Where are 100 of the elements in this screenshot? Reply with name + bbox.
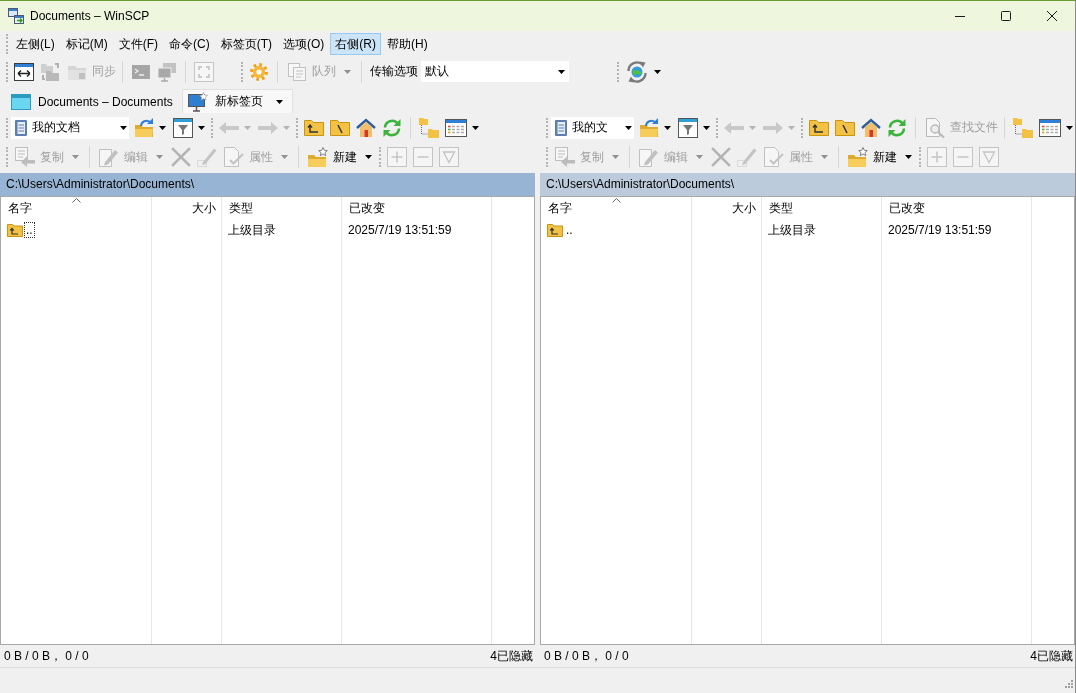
location-dropdown[interactable]: 我的文档: [11, 116, 129, 139]
column-header[interactable]: 大小: [692, 197, 762, 220]
menu-item[interactable]: 标记(M): [60, 33, 113, 55]
caret-icon: [558, 69, 565, 74]
caret-icon[interactable]: [159, 125, 166, 130]
plus-icon[interactable]: [387, 147, 407, 167]
pen-icon[interactable]: [197, 147, 217, 167]
tab[interactable]: 新标签页: [181, 89, 293, 113]
settings-icon[interactable]: [249, 61, 269, 82]
file-type: 上级目录: [222, 220, 342, 240]
refresh-icon[interactable]: [382, 117, 402, 138]
delete-icon[interactable]: [171, 147, 191, 167]
minus-icon[interactable]: [953, 147, 973, 167]
refresh-icon[interactable]: [887, 117, 907, 138]
folder-tree-icon[interactable]: [419, 117, 439, 138]
column-header[interactable]: 名字: [541, 197, 692, 220]
plus-icon[interactable]: [927, 147, 947, 167]
home-icon[interactable]: [356, 117, 376, 138]
resize-grip-icon[interactable]: [1065, 680, 1073, 688]
folder-tree-icon[interactable]: [1013, 117, 1033, 138]
maximize-icon: [1001, 11, 1011, 21]
search-icon: [925, 117, 945, 138]
folder-up-icon: [7, 223, 23, 237]
monitor-star-icon: [187, 91, 208, 112]
new-button[interactable]: 新建: [304, 145, 377, 169]
location-dropdown[interactable]: 我的文: [551, 116, 634, 139]
transfer-settings-dropdown[interactable]: 默认: [421, 61, 569, 82]
hidden-files-count: 4已隐藏: [1030, 647, 1073, 665]
folder-up-icon: [547, 223, 563, 237]
selection-status: 0 B / 0 B， 0 / 0: [4, 647, 89, 665]
list-view-icon[interactable]: [445, 118, 467, 137]
list-view-icon[interactable]: [1039, 118, 1061, 137]
caret-icon[interactable]: [654, 69, 661, 74]
home-icon[interactable]: [861, 117, 881, 138]
app-icon: [8, 8, 24, 24]
column-header[interactable]: 类型: [222, 197, 342, 220]
filter-icon[interactable]: [173, 117, 193, 138]
path-bar: C:\Users\Administrator\Documents\: [0, 173, 535, 196]
menu-item[interactable]: 命令(C): [164, 33, 215, 55]
menu-item[interactable]: 标签页(T): [215, 33, 277, 55]
caret-icon[interactable]: [703, 125, 710, 130]
caret-icon: [821, 155, 828, 159]
folder-slash-icon[interactable]: [330, 117, 350, 138]
caret-icon: [365, 155, 372, 159]
folder-arrow-icon[interactable]: [639, 117, 659, 138]
pen-icon[interactable]: [737, 147, 757, 167]
selection-status: 0 B / 0 B， 0 / 0: [544, 647, 629, 665]
window-arrows-icon[interactable]: [14, 61, 34, 82]
menu-item[interactable]: 右侧(R): [330, 33, 381, 55]
close-icon: [1047, 11, 1057, 21]
caret-icon[interactable]: [275, 99, 283, 104]
page-arrow-icon: [15, 147, 35, 167]
file-name[interactable]: ..: [24, 222, 35, 238]
column-header[interactable]: 已改变: [882, 197, 1032, 220]
caret-icon: [625, 125, 632, 130]
frame-icon[interactable]: [194, 61, 214, 82]
file-name[interactable]: ..: [564, 222, 575, 238]
window-title: Documents – WinSCP: [30, 9, 151, 23]
caret-icon[interactable]: [198, 125, 205, 130]
caret-icon: [120, 125, 127, 130]
folder-up-icon[interactable]: [304, 117, 324, 138]
filter-icon[interactable]: [678, 117, 698, 138]
menu-item[interactable]: 文件(F): [113, 33, 163, 55]
globe-sync-icon[interactable]: [625, 59, 649, 84]
folder-arrow-icon[interactable]: [134, 117, 154, 138]
path-bar: C:\Users\Administrator\Documents\: [540, 173, 1075, 196]
modified-date: 2025/7/19 13:51:59: [342, 220, 492, 240]
minimize-icon: [955, 15, 965, 17]
caret-icon: [281, 155, 288, 159]
menu-item[interactable]: 选项(O): [278, 33, 330, 55]
minus-icon[interactable]: [413, 147, 433, 167]
window-icon: [11, 91, 31, 112]
caret-icon: [344, 69, 351, 74]
folder-up-icon[interactable]: [809, 117, 829, 138]
caret-icon: [612, 155, 619, 159]
caret-icon[interactable]: [664, 125, 671, 130]
pages-icon: [287, 61, 307, 82]
menu-item[interactable]: 左侧(L): [11, 33, 60, 55]
new-button[interactable]: 新建: [844, 145, 917, 169]
caret-icon: [696, 155, 703, 159]
column-header[interactable]: 大小: [152, 197, 222, 220]
caret-icon: [156, 155, 163, 159]
page-arrow-icon: [555, 147, 575, 167]
caret-icon: [905, 155, 912, 159]
edit-icon: [639, 147, 659, 167]
folder-slash-icon[interactable]: [835, 117, 855, 138]
document-check-icon: [764, 147, 784, 167]
notebook-icon: [15, 119, 27, 136]
column-header[interactable]: 名字: [1, 197, 152, 220]
delete-icon[interactable]: [711, 147, 731, 167]
caret-icon[interactable]: [472, 125, 479, 130]
column-header[interactable]: 类型: [762, 197, 882, 220]
folder-star-icon: [848, 147, 868, 167]
transfer-settings-label: 传输选项: [370, 63, 418, 80]
caret-icon[interactable]: [1066, 125, 1073, 130]
menu-item[interactable]: 帮助(H): [382, 33, 433, 55]
folders-icon[interactable]: [40, 61, 60, 82]
column-header[interactable]: 已改变: [342, 197, 492, 220]
monitors-icon[interactable]: [157, 61, 177, 82]
caret-icon: [72, 155, 79, 159]
